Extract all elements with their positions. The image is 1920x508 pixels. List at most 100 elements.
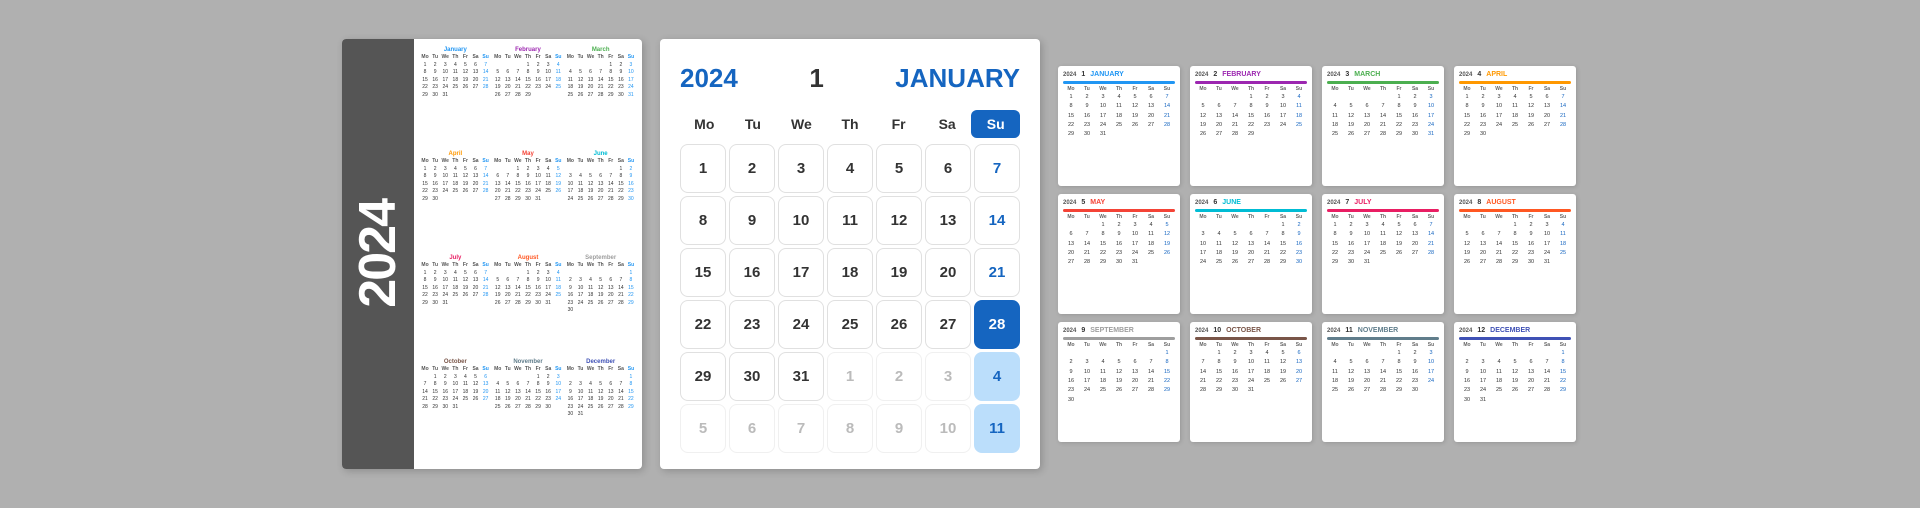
cal-cell[interactable]: 4	[974, 352, 1020, 401]
card-color-bar	[1459, 81, 1571, 84]
cal-cell[interactable]: 16	[729, 248, 775, 297]
cal-cell[interactable]: 27	[925, 300, 971, 349]
month-card-december: 202412DECEMBERMoTuWeThFrSaSu123456789101…	[1454, 322, 1576, 442]
cal-cell[interactable]: 9	[729, 196, 775, 245]
card-color-bar	[1195, 209, 1307, 212]
cal-cell[interactable]: 17	[778, 248, 824, 297]
cal-cell[interactable]: 7	[778, 404, 824, 453]
card-color-bar	[1459, 337, 1571, 340]
month-card-october: 202410OCTOBERMoTuWeThFrSaSu1234567891011…	[1190, 322, 1312, 442]
day-header-mo: Mo	[680, 110, 729, 138]
cal-cell[interactable]: 11	[974, 404, 1020, 453]
mini-cal-september: SeptemberMoTuWeThFrSaSu12345678910111213…	[565, 255, 636, 357]
card-color-bar	[1195, 337, 1307, 340]
card-header: 202411NOVEMBER	[1327, 327, 1439, 334]
center-header: 2024 1 JANUARY	[680, 63, 1020, 94]
cal-cell[interactable]: 19	[876, 248, 922, 297]
card-header: 20248AUGUST	[1459, 199, 1571, 206]
cal-cell[interactable]: 4	[827, 144, 873, 193]
cal-cell[interactable]: 5	[876, 144, 922, 193]
mini-cal-may: MayMoTuWeThFrSaSu12345678910111213141516…	[493, 151, 564, 253]
center-year: 2024	[680, 63, 738, 94]
year-sidebar: 2024	[342, 39, 414, 469]
day-header-su: Su	[971, 110, 1020, 138]
card-color-bar	[1063, 337, 1175, 340]
cal-cell[interactable]: 5	[680, 404, 726, 453]
card-header: 202410OCTOBER	[1195, 327, 1307, 334]
mini-cal-november: NovemberMoTuWeThFrSaSu123456789101112131…	[493, 359, 564, 461]
cal-cell[interactable]: 2	[729, 144, 775, 193]
cal-cell[interactable]: 20	[925, 248, 971, 297]
day-header-th: Th	[826, 110, 875, 138]
center-number: 1	[746, 63, 887, 94]
cal-cell[interactable]: 26	[876, 300, 922, 349]
left-panel: 2024 JanuaryMoTuWeThFrSaSu12345678910111…	[342, 39, 642, 469]
cal-cell[interactable]: 8	[827, 404, 873, 453]
mini-cal-march: MarchMoTuWeThFrSaSu123456789101112131415…	[565, 47, 636, 149]
mini-cal-december: DecemberMoTuWeThFrSaSu123456789101112131…	[565, 359, 636, 461]
right-panel: 20241JANUARYMoTuWeThFrSaSu12345678910111…	[1058, 66, 1578, 442]
cal-cell[interactable]: 3	[778, 144, 824, 193]
center-month: JANUARY	[895, 63, 1020, 94]
cal-cell[interactable]: 24	[778, 300, 824, 349]
card-color-bar	[1063, 81, 1175, 84]
cal-cell[interactable]: 22	[680, 300, 726, 349]
day-header-fr: Fr	[874, 110, 923, 138]
card-header: 20241JANUARY	[1063, 71, 1175, 78]
cal-cell[interactable]: 9	[876, 404, 922, 453]
month-card-november: 202411NOVEMBERMoTuWeThFrSaSu123456789101…	[1322, 322, 1444, 442]
cal-cell[interactable]: 2	[876, 352, 922, 401]
day-header-tu: Tu	[729, 110, 778, 138]
mini-cal-august: AugustMoTuWeThFrSaSu12345678910111213141…	[493, 255, 564, 357]
mini-cal-january: JanuaryMoTuWeThFrSaSu1234567891011121314…	[420, 47, 491, 149]
card-header: 20244APRIL	[1459, 71, 1571, 78]
card-header: 20246JUNE	[1195, 199, 1307, 206]
day-header-we: We	[777, 110, 826, 138]
cal-cell[interactable]: 23	[729, 300, 775, 349]
cal-cell[interactable]: 25	[827, 300, 873, 349]
day-header-sa: Sa	[923, 110, 972, 138]
mini-cal-october: OctoberMoTuWeThFrSaSu1234567891011121314…	[420, 359, 491, 461]
card-color-bar	[1327, 209, 1439, 212]
cal-cell[interactable]: 18	[827, 248, 873, 297]
card-color-bar	[1459, 209, 1571, 212]
cal-cell[interactable]: 6	[925, 144, 971, 193]
cal-cell[interactable]: 6	[729, 404, 775, 453]
big-cal-header: MoTuWeThFrSaSu	[680, 110, 1020, 138]
big-cal-grid: 1234567891011121314151617181920212223242…	[680, 144, 1020, 453]
cal-cell[interactable]: 7	[974, 144, 1020, 193]
cal-cell[interactable]: 10	[778, 196, 824, 245]
cal-cell[interactable]: 3	[925, 352, 971, 401]
cal-cell[interactable]: 14	[974, 196, 1020, 245]
cal-cell[interactable]: 21	[974, 248, 1020, 297]
card-header: 20245MAY	[1063, 199, 1175, 206]
month-card-june: 20246JUNEMoTuWeThFrSaSu12345678910111213…	[1190, 194, 1312, 314]
cal-cell[interactable]: 28	[974, 300, 1020, 349]
cal-cell[interactable]: 15	[680, 248, 726, 297]
month-card-september: 20249SEPTEMBERMoTuWeThFrSaSu123456789101…	[1058, 322, 1180, 442]
card-color-bar	[1327, 337, 1439, 340]
cal-cell[interactable]: 10	[925, 404, 971, 453]
cal-cell[interactable]: 29	[680, 352, 726, 401]
mini-cal-february: FebruaryMoTuWeThFrSaSu123456789101112131…	[493, 47, 564, 149]
cal-cell[interactable]: 31	[778, 352, 824, 401]
cal-cell[interactable]: 30	[729, 352, 775, 401]
month-card-may: 20245MAYMoTuWeThFrSaSu123456789101112131…	[1058, 194, 1180, 314]
month-card-january: 20241JANUARYMoTuWeThFrSaSu12345678910111…	[1058, 66, 1180, 186]
month-card-july: 20247JULYMoTuWeThFrSaSu12345678910111213…	[1322, 194, 1444, 314]
cal-cell[interactable]: 1	[827, 352, 873, 401]
cal-cell[interactable]: 12	[876, 196, 922, 245]
cal-cell[interactable]: 13	[925, 196, 971, 245]
card-header: 20247JULY	[1327, 199, 1439, 206]
mini-cal-april: AprilMoTuWeThFrSaSu123456789101112131415…	[420, 151, 491, 253]
mini-cal-july: JulyMoTuWeThFrSaSu1234567891011121314151…	[420, 255, 491, 357]
card-color-bar	[1195, 81, 1307, 84]
month-card-february: 20242FEBRUARYMoTuWeThFrSaSu1234567891011…	[1190, 66, 1312, 186]
card-header: 20242FEBRUARY	[1195, 71, 1307, 78]
cal-cell[interactable]: 11	[827, 196, 873, 245]
cal-cell[interactable]: 1	[680, 144, 726, 193]
month-card-march: 20243MARCHMoTuWeThFrSaSu1234567891011121…	[1322, 66, 1444, 186]
month-card-august: 20248AUGUSTMoTuWeThFrSaSu123456789101112…	[1454, 194, 1576, 314]
cal-cell[interactable]: 8	[680, 196, 726, 245]
mini-calendars-grid: JanuaryMoTuWeThFrSaSu1234567891011121314…	[414, 39, 642, 469]
